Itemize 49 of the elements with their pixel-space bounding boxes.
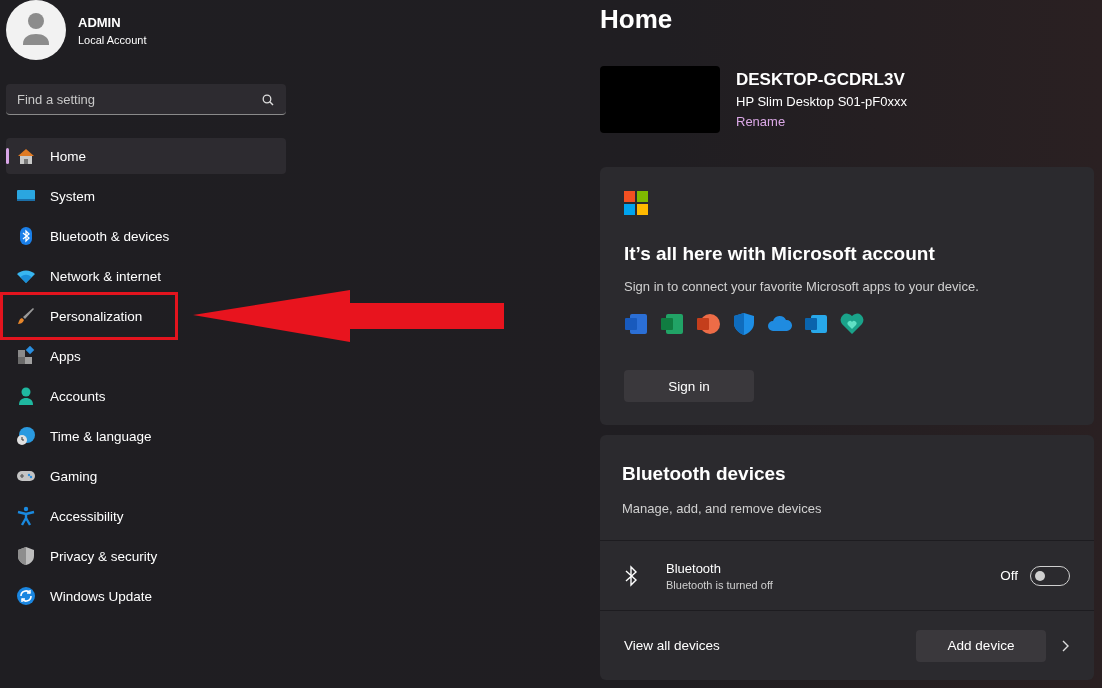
spreadsheet-app-icon[interactable] bbox=[660, 312, 684, 336]
device-name: DESKTOP-GCDRL3V bbox=[736, 69, 906, 90]
shield-app-icon[interactable] bbox=[732, 312, 756, 336]
search-field[interactable]: Find a setting bbox=[6, 84, 286, 115]
account-type: Local Account bbox=[78, 33, 147, 46]
mail-app-icon[interactable] bbox=[804, 312, 828, 336]
nav-item[interactable]: Gaming bbox=[6, 458, 110, 494]
paintbrush-icon bbox=[16, 306, 36, 326]
avatar-icon[interactable] bbox=[6, 0, 66, 60]
add-device-button[interactable]: Add device bbox=[916, 629, 1046, 662]
nav-item[interactable]: Personalization bbox=[6, 298, 172, 334]
nav-item[interactable]: System bbox=[6, 178, 107, 214]
card-title: Bluetooth devices bbox=[622, 463, 787, 485]
nav-item[interactable]: Network & internet bbox=[6, 258, 174, 294]
nav-item[interactable]: Home bbox=[6, 138, 286, 174]
search-icon[interactable] bbox=[262, 94, 274, 106]
setting-status: Bluetooth is turned off bbox=[666, 578, 774, 591]
chevron-right-icon[interactable] bbox=[1060, 638, 1070, 653]
shield-icon bbox=[16, 546, 36, 566]
nav-item[interactable]: Bluetooth & devices bbox=[6, 218, 182, 254]
view-all-devices-link[interactable]: View all devices bbox=[624, 638, 916, 653]
nav-item[interactable]: Time & language bbox=[6, 418, 164, 454]
card-description: Sign in to connect your favorite Microsoft apps to your device. bbox=[624, 279, 980, 294]
bluetooth-icon bbox=[624, 564, 638, 587]
home-icon bbox=[16, 146, 36, 166]
card-title: It’s all here with Microsoft account bbox=[624, 243, 936, 265]
sign-in-button[interactable]: Sign in bbox=[624, 370, 754, 402]
apps-grid-icon bbox=[16, 346, 36, 366]
globe-clock-icon bbox=[16, 426, 36, 446]
presentation-app-icon[interactable] bbox=[696, 312, 720, 336]
four-squares-logo-icon bbox=[624, 191, 648, 215]
heart-app-icon[interactable] bbox=[840, 312, 864, 336]
nav-item[interactable]: Accounts bbox=[6, 378, 118, 414]
setting-name: Bluetooth bbox=[666, 560, 722, 576]
selection-indicator bbox=[6, 148, 9, 164]
document-app-icon[interactable] bbox=[624, 312, 648, 336]
rename-link[interactable]: Rename bbox=[736, 113, 786, 129]
nav-item[interactable]: Privacy & security bbox=[6, 538, 170, 574]
toggle-state-label: Off bbox=[1000, 568, 1018, 583]
sync-icon bbox=[16, 586, 36, 606]
user-name: ADMIN bbox=[78, 14, 122, 30]
accessibility-person-icon bbox=[16, 506, 36, 526]
device-model: HP Slim Desktop S01-pF0xxx bbox=[736, 93, 907, 109]
card-description: Manage, add, and remove devices bbox=[622, 501, 823, 516]
nav-item[interactable]: Apps bbox=[6, 338, 93, 374]
nav-item[interactable]: Windows Update bbox=[6, 578, 165, 614]
person-icon bbox=[16, 386, 36, 406]
nav-item[interactable]: Accessibility bbox=[6, 498, 136, 534]
page-title: Home bbox=[600, 4, 674, 36]
